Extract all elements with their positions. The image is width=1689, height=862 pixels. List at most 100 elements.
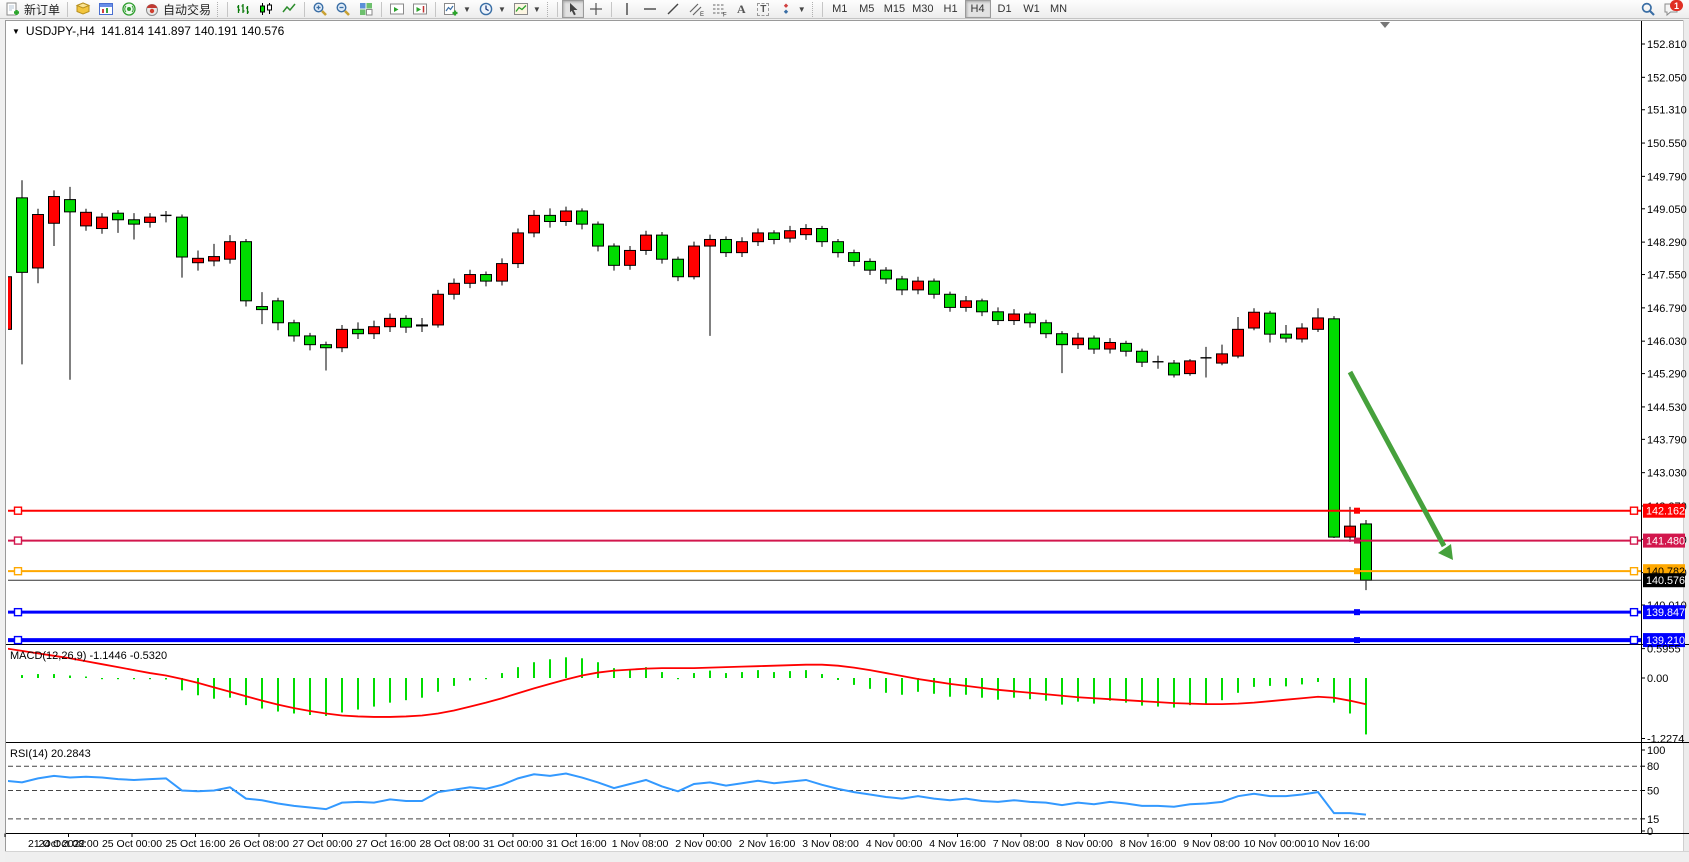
bullish-candle	[1345, 526, 1356, 537]
bearish-candle	[849, 253, 860, 262]
bullish-candle	[913, 281, 924, 290]
svg-text:25 Oct 00:00: 25 Oct 00:00	[102, 838, 162, 850]
price-axis: 152.810152.050151.310150.550149.790149.0…	[1641, 39, 1687, 612]
bearish-candle	[65, 200, 76, 212]
bearish-candle	[1089, 338, 1100, 349]
bearish-candle	[1329, 319, 1340, 537]
bullish-candle	[209, 257, 220, 261]
bearish-candle	[353, 329, 364, 333]
bearish-candle	[241, 242, 252, 301]
line-handle[interactable]	[15, 609, 22, 616]
macd-axis: 0.59550.00-1.2274	[1641, 644, 1684, 746]
svg-text:149.050: 149.050	[1647, 204, 1687, 216]
bearish-candle	[929, 281, 940, 294]
svg-text:8 Nov 16:00: 8 Nov 16:00	[1120, 838, 1177, 850]
bullish-candle	[449, 283, 460, 294]
svg-text:0.00: 0.00	[1647, 673, 1668, 685]
bullish-candle	[1297, 328, 1308, 339]
line-handle[interactable]	[15, 507, 22, 514]
macd-pane	[6, 648, 1366, 734]
svg-text:149.790: 149.790	[1647, 171, 1687, 183]
svg-text:142.162: 142.162	[1646, 506, 1685, 518]
bearish-candle	[657, 235, 668, 259]
rsi-line-group	[6, 773, 1366, 814]
bullish-candle	[785, 231, 796, 238]
bearish-candle	[865, 261, 876, 270]
svg-text:139.847: 139.847	[1646, 607, 1685, 619]
bearish-candle	[609, 246, 620, 265]
svg-text:144.530: 144.530	[1647, 402, 1687, 414]
line-handle[interactable]	[1631, 609, 1638, 616]
line-handle[interactable]	[1631, 568, 1638, 575]
bearish-candle	[1057, 334, 1068, 345]
svg-text:10 Nov 16:00: 10 Nov 16:00	[1307, 838, 1370, 850]
line-center-handle[interactable]	[1354, 568, 1360, 574]
bearish-candle	[321, 345, 332, 348]
bearish-candle	[481, 275, 492, 282]
bearish-candle	[545, 215, 556, 221]
line-center-handle[interactable]	[1354, 637, 1360, 643]
svg-text:31 Oct 16:00: 31 Oct 16:00	[546, 838, 606, 850]
svg-text:145.290: 145.290	[1647, 369, 1687, 381]
bearish-candle	[1121, 343, 1132, 351]
svg-text:150.550: 150.550	[1647, 138, 1687, 150]
bullish-candle	[145, 217, 156, 222]
bullish-candle	[33, 214, 44, 267]
svg-text:28 Oct 08:00: 28 Oct 08:00	[419, 838, 479, 850]
ohlc-values-label: 141.814 141.897 140.191 140.576	[101, 24, 285, 38]
svg-text:143.030: 143.030	[1647, 468, 1687, 480]
bullish-candle	[465, 275, 476, 284]
bearish-candle	[113, 213, 124, 220]
one-click-panel-toggle-icon[interactable]: ▼	[12, 27, 20, 36]
line-handle[interactable]	[15, 637, 22, 644]
svg-text:143.790: 143.790	[1647, 434, 1687, 446]
line-handle[interactable]	[15, 568, 22, 575]
line-handle[interactable]	[1631, 537, 1638, 544]
line-handle[interactable]	[1631, 637, 1638, 644]
time-axis: 21 Oct 202224 Oct 08:0025 Oct 00:0025 Oc…	[5, 834, 1370, 851]
svg-text:100: 100	[1647, 745, 1665, 757]
line-center-handle[interactable]	[1354, 538, 1360, 544]
bullish-candle	[81, 212, 92, 226]
rsi-line	[6, 773, 1366, 814]
bearish-candle	[993, 312, 1004, 321]
bullish-candle	[417, 325, 428, 326]
svg-text:140.576: 140.576	[1646, 575, 1685, 587]
svg-text:152.050: 152.050	[1647, 72, 1687, 84]
svg-text:3 Nov 08:00: 3 Nov 08:00	[802, 838, 859, 850]
bullish-candle	[689, 246, 700, 277]
rsi-pane	[8, 766, 1641, 819]
bearish-candle	[1025, 314, 1036, 323]
bullish-candle	[193, 258, 204, 262]
line-center-handle[interactable]	[1354, 609, 1360, 615]
svg-text:146.030: 146.030	[1647, 336, 1687, 348]
svg-text:27 Oct 00:00: 27 Oct 00:00	[292, 838, 352, 850]
svg-text:141.480: 141.480	[1646, 536, 1685, 548]
svg-text:148.290: 148.290	[1647, 237, 1687, 249]
line-handle[interactable]	[1631, 507, 1638, 514]
svg-text:80: 80	[1647, 761, 1659, 773]
svg-text:50: 50	[1647, 786, 1659, 798]
svg-text:147.550: 147.550	[1647, 270, 1687, 282]
bullish-candle	[641, 235, 652, 250]
bullish-candle	[625, 250, 636, 265]
bullish-candle	[225, 242, 236, 260]
svg-text:26 Oct 08:00: 26 Oct 08:00	[229, 838, 289, 850]
chart-shift-marker[interactable]	[1380, 22, 1390, 28]
bearish-candle	[721, 239, 732, 252]
bearish-candle	[817, 229, 828, 242]
bullish-candle	[1249, 312, 1260, 328]
bullish-candle	[97, 217, 108, 228]
svg-text:-1.2274: -1.2274	[1647, 734, 1684, 746]
rsi-axis: 1008050150	[1641, 745, 1665, 838]
price-chart[interactable]: 152.810152.050151.310150.550149.790149.0…	[0, 0, 1689, 862]
bearish-candle	[257, 307, 268, 310]
bullish-candle	[753, 233, 764, 242]
line-center-handle[interactable]	[1354, 508, 1360, 514]
bullish-candle	[433, 294, 444, 325]
macd-indicator-label: MACD(12,26,9) -1.1446 -0.5320	[10, 650, 167, 662]
horizontal-line-objects[interactable]	[8, 507, 1641, 643]
bullish-candle	[801, 229, 812, 235]
chart-title: ▼ USDJPY-,H4 141.814 141.897 140.191 140…	[12, 24, 284, 38]
line-handle[interactable]	[15, 537, 22, 544]
